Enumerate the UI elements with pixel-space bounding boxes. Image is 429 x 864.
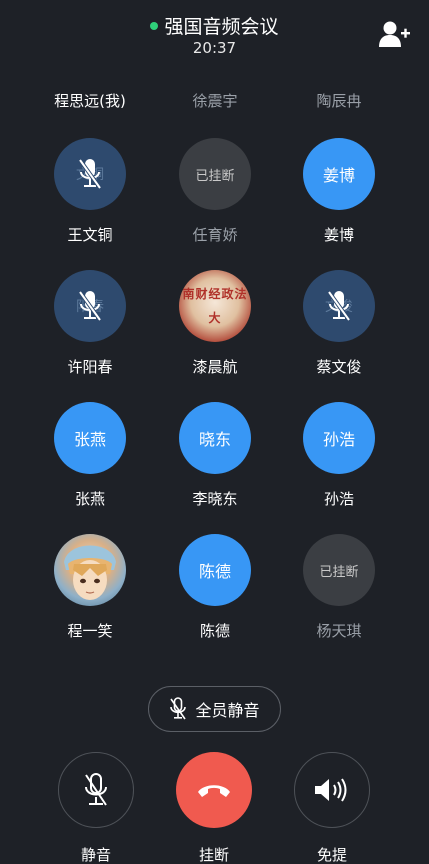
photo-banner-text: 南财经政法大 [182, 287, 248, 325]
mute-circle [58, 752, 134, 828]
avatar-initials: 张燕 [73, 430, 106, 449]
avatar: 文铜 [54, 138, 126, 210]
participant-name: 姜博 [323, 226, 354, 244]
avatar: 晓东 [179, 402, 251, 474]
participant-name: 漆晨航 [192, 358, 238, 376]
avatar: 已挂断 [179, 138, 251, 210]
speaker-icon [315, 778, 347, 802]
speaker-button[interactable]: 免提 [293, 752, 371, 864]
participant-name: 李晓东 [192, 490, 238, 508]
participant-tile[interactable]: 南财经政法大 漆晨航 [150, 270, 280, 390]
hangup-circle [176, 752, 252, 828]
participant-name: 许阳春 [67, 358, 113, 376]
meeting-title: 强国音频会议 [164, 16, 279, 38]
top-name-row: 程思远(我) 徐震宇 陶辰冉 [0, 90, 429, 114]
participant-name: 程一笑 [67, 622, 113, 640]
anime-avatar-icon [64, 545, 116, 600]
participant-tile[interactable]: 已挂断 杨天琪 [274, 534, 404, 654]
add-person-button[interactable] [379, 20, 411, 48]
mic-off-icon [85, 773, 107, 806]
avatar: 文俊 [303, 270, 375, 342]
avatar: 已挂断 [303, 534, 375, 606]
meeting-time: 20:37 [192, 39, 237, 57]
hangup-label: 挂断 [198, 846, 229, 864]
avatar: 姜博 [303, 138, 375, 210]
disconnected-status: 已挂断 [319, 564, 359, 580]
top-name-2: 徐震宇 [192, 92, 238, 110]
speaker-label: 免提 [316, 846, 347, 864]
participant-name: 孙浩 [323, 490, 354, 508]
mute-label: 静音 [80, 846, 111, 864]
status-dot [150, 21, 159, 30]
mic-off-icon [327, 290, 351, 322]
mic-off-icon [170, 697, 187, 720]
participant-name: 杨天琪 [316, 622, 362, 640]
participant-name: 张燕 [74, 490, 105, 508]
participant-name: 任育娇 [192, 226, 238, 244]
participant-tile[interactable]: 文俊 蔡文俊 [274, 270, 404, 390]
avatar-initials: 陈德 [198, 562, 231, 581]
participant-name: 陈德 [199, 622, 230, 640]
participant-tile[interactable]: 阳春 许阳春 [25, 270, 155, 390]
mic-off-icon [78, 290, 102, 322]
participant-tile[interactable]: 程一笑 [25, 534, 155, 654]
mic-off-icon [78, 158, 102, 190]
participant-tile[interactable]: 文铜 王文铜 [25, 138, 155, 258]
top-name-3: 陶辰冉 [316, 92, 362, 110]
participant-tile[interactable]: 已挂断 任育娇 [150, 138, 280, 258]
avatar: 阳春 [54, 270, 126, 342]
mute-button[interactable]: 静音 [57, 752, 135, 864]
avatar-photo [54, 534, 126, 606]
disconnected-status: 已挂断 [195, 168, 235, 184]
add-person-icon [379, 21, 410, 47]
speaker-circle [294, 752, 370, 828]
mute-all-button[interactable]: 全员静音 [148, 686, 281, 732]
participant-tile[interactable]: 姜博 姜博 [274, 138, 404, 258]
participant-name: 蔡文俊 [316, 358, 362, 376]
participant-name: 王文铜 [67, 226, 113, 244]
avatar-photo: 南财经政法大 [179, 270, 251, 342]
mute-all-label: 全员静音 [195, 701, 260, 720]
phone-hangup-icon [198, 785, 230, 797]
avatar-initials: 姜博 [322, 166, 355, 185]
participant-tile[interactable]: 孙浩 孙浩 [274, 402, 404, 522]
participant-tile[interactable]: 陈德 陈德 [150, 534, 280, 654]
participant-tile[interactable]: 张燕 张燕 [25, 402, 155, 522]
avatar-initials: 晓东 [198, 430, 231, 449]
avatar: 张燕 [54, 402, 126, 474]
header: 强国音频会议 20:37 [0, 0, 429, 70]
self-name: 程思远(我) [54, 92, 126, 110]
avatar: 孙浩 [303, 402, 375, 474]
participant-tile[interactable]: 晓东 李晓东 [150, 402, 280, 522]
title-bar: 强国音频会议 [0, 12, 429, 39]
hangup-button[interactable]: 挂断 [175, 752, 253, 864]
avatar: 陈德 [179, 534, 251, 606]
avatar-initials: 孙浩 [322, 430, 355, 449]
